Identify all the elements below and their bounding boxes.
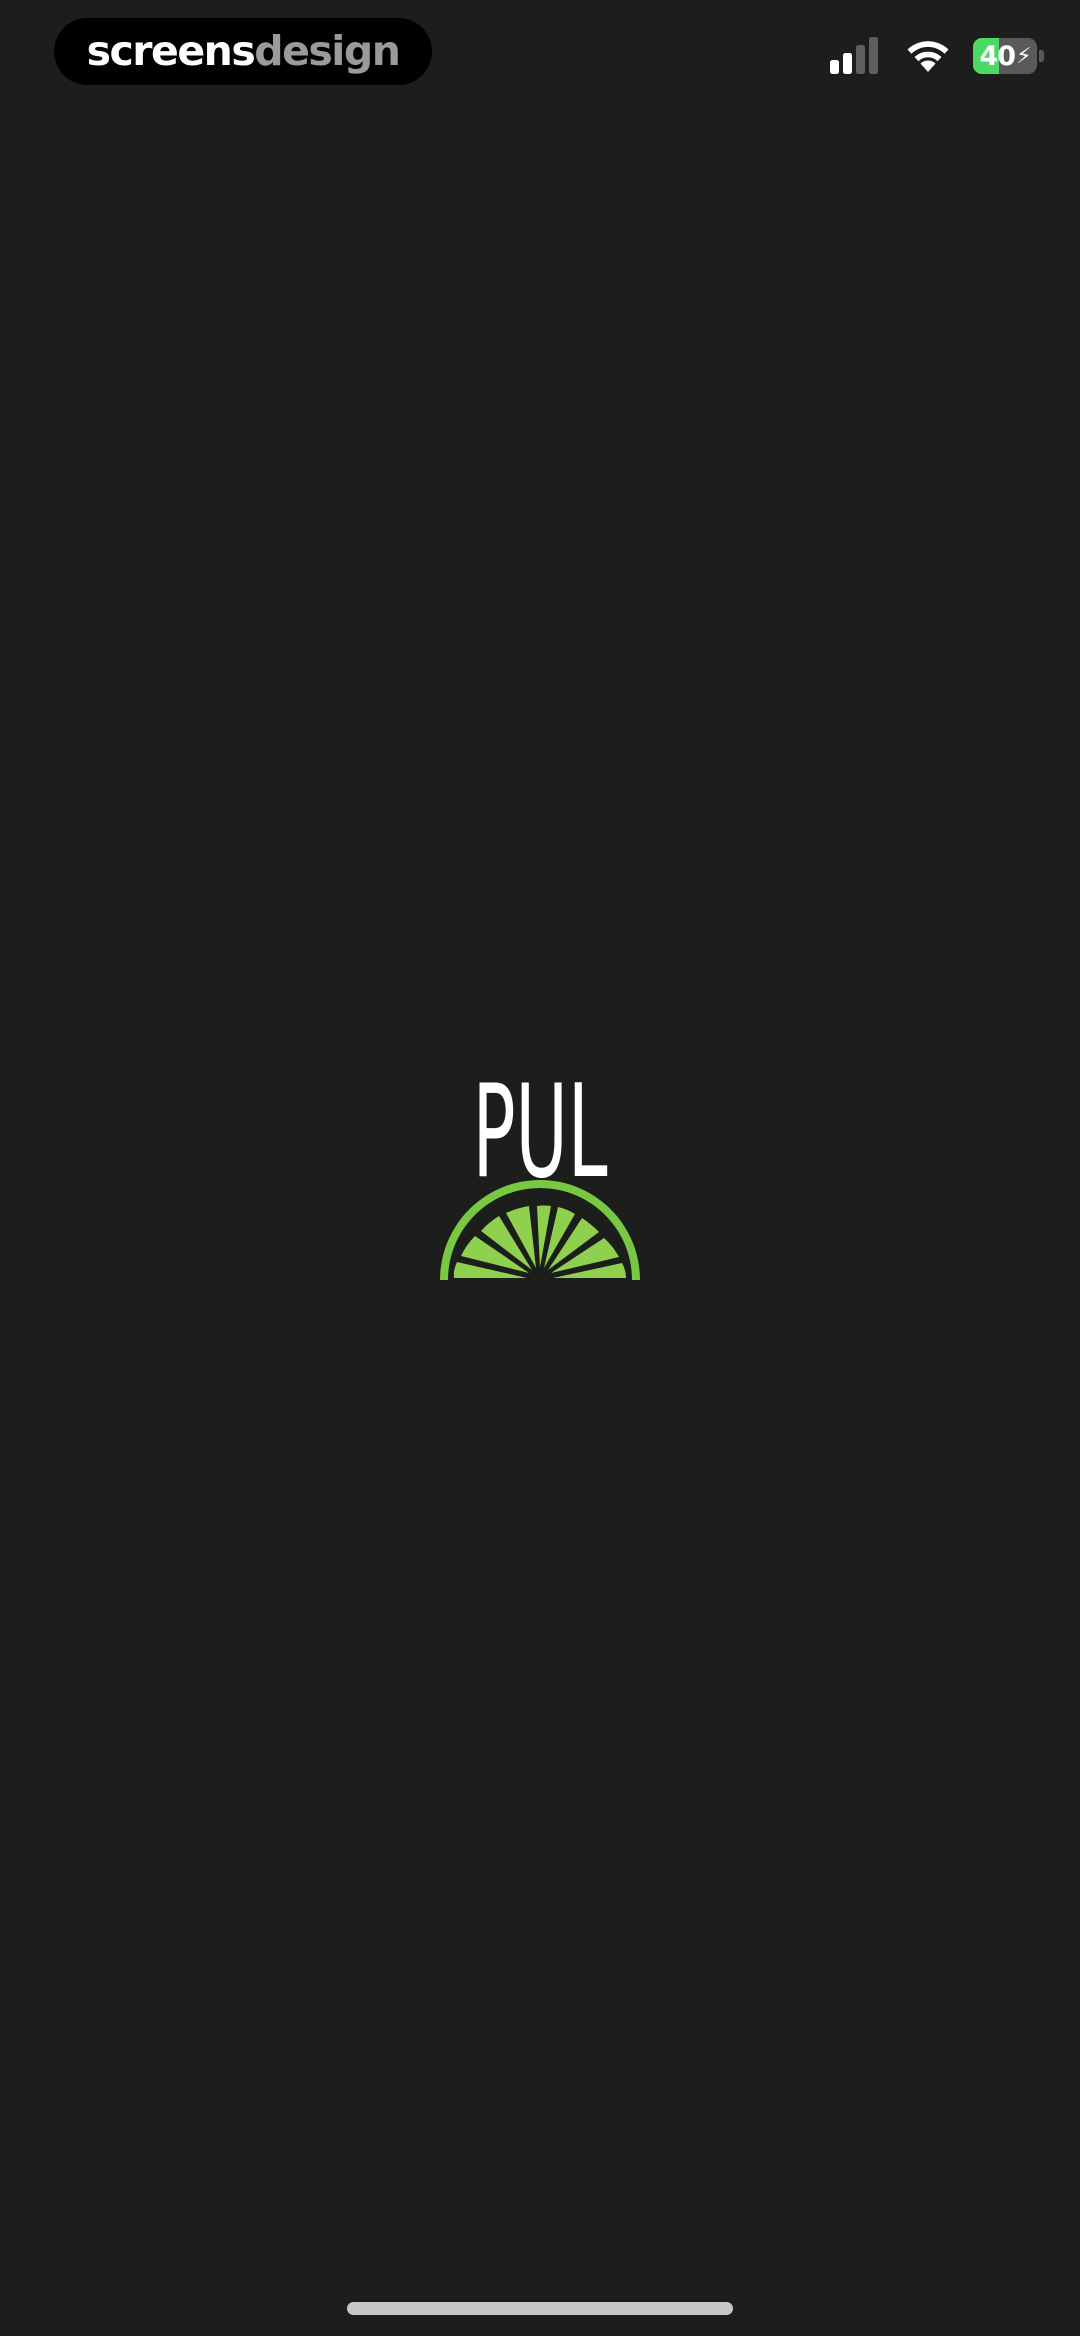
battery-cap: [1039, 50, 1044, 62]
wifi-icon: [907, 41, 949, 72]
battery-indicator: 40 ⚡: [973, 38, 1045, 74]
status-bar: 40 ⚡: [820, 36, 1080, 82]
lime-slice-icon: [440, 1180, 640, 1280]
screensdesign-watermark: screens design: [54, 18, 432, 85]
splash-screen: screens design 40 ⚡ PUL: [0, 0, 1080, 2336]
cellular-signal-icon: [830, 37, 878, 74]
battery-body: 40 ⚡: [973, 38, 1037, 74]
watermark-part-1: screens: [86, 27, 256, 75]
app-logo: PUL: [437, 1052, 643, 1282]
logo-text: PUL: [472, 1058, 607, 1182]
logo-wordmark: PUL: [472, 1058, 607, 1182]
home-indicator[interactable]: [347, 2302, 733, 2315]
watermark-part-2: design: [254, 27, 401, 75]
battery-level-text: 40: [979, 40, 1016, 72]
charging-bolt-icon: ⚡: [1016, 43, 1031, 69]
